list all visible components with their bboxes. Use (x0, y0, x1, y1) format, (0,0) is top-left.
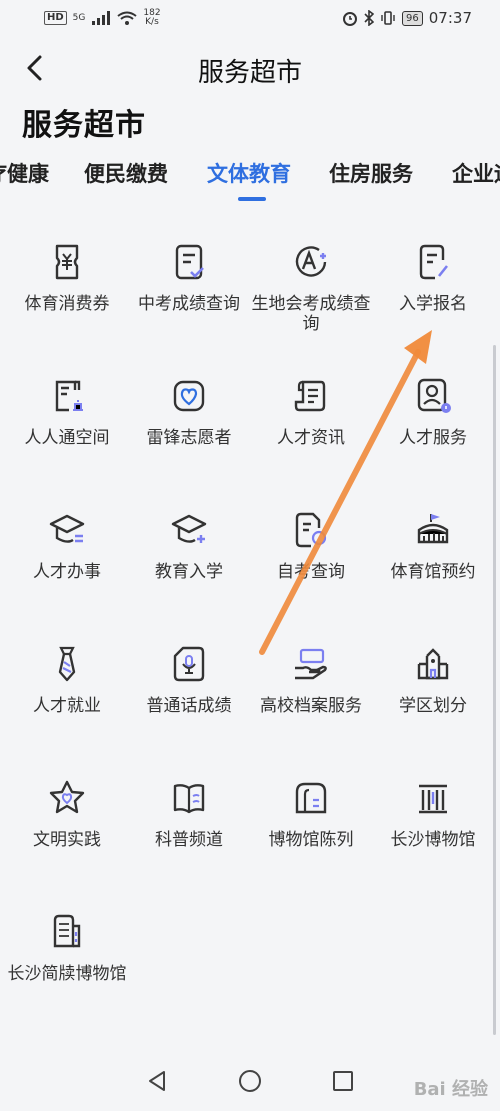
service-label: 人人通空间 (24, 428, 110, 448)
open-book-icon (173, 784, 205, 814)
network-speed-unit: K/s (145, 17, 159, 27)
museum-arch-icon (295, 782, 327, 814)
system-home-button[interactable] (235, 1066, 265, 1096)
service-label: 生地会考成绩查询 (251, 294, 371, 332)
wifi-icon (117, 11, 137, 25)
service-sports-voucher[interactable]: 体育消费券 (6, 232, 128, 352)
home-circle-icon (238, 1069, 261, 1092)
service-mandarin-score[interactable]: 普通话成绩 (128, 634, 250, 754)
service-bamboo-slips-museum[interactable]: 长沙简牍博物馆 (6, 902, 128, 1022)
network-type: 5G (72, 12, 86, 23)
service-renrentong[interactable]: 人人通空间 (6, 366, 128, 486)
museum-columns-icon (419, 784, 447, 814)
service-leifeng-volunteer[interactable]: 雷锋志愿者 (128, 366, 250, 486)
score-document-icon (175, 244, 204, 280)
tab-health[interactable]: 疗健康 (0, 158, 49, 188)
service-school-district[interactable]: 学区划分 (372, 634, 494, 754)
watermark: Bai 经验 (413, 1079, 488, 1100)
page-title: 服务超市 (197, 58, 302, 88)
service-education-enrollment[interactable]: 教育入学 (128, 500, 250, 620)
vibrate-icon (381, 11, 395, 25)
enrollment-form-icon (419, 244, 449, 280)
status-right: 96 07:37 (342, 9, 472, 27)
recents-square-icon (333, 1070, 354, 1091)
school-building-icon (417, 648, 449, 680)
service-enrollment[interactable]: 入学报名 (372, 232, 494, 352)
bamboo-slips-icon (53, 914, 81, 948)
service-science-channel[interactable]: 科普频道 (128, 768, 250, 888)
scroll-news-icon (294, 380, 326, 412)
clock: 07:37 (428, 9, 472, 27)
necktie-icon (58, 646, 76, 682)
grade-a-plus-icon (295, 246, 327, 277)
service-civilization-practice[interactable]: 文明实践 (6, 768, 128, 888)
service-talent-service[interactable]: 人才服务 (372, 366, 494, 486)
system-back-button[interactable] (142, 1066, 172, 1096)
tab-housing[interactable]: 住房服务 (329, 158, 413, 188)
status-left: HD 5G 182 K/s (44, 9, 161, 27)
back-triangle-icon (148, 1070, 165, 1091)
service-label: 人才就业 (33, 696, 101, 716)
status-bar: HD 5G 182 K/s 96 07:37 (0, 0, 500, 36)
exam-document-icon (295, 512, 327, 548)
service-zhongkao-score[interactable]: 中考成绩查询 (128, 232, 250, 352)
category-tabs: 疗健康 便民缴费 文体教育 住房服务 企业运 (0, 150, 500, 210)
service-label: 博物馆陈列 (268, 830, 354, 850)
service-label: 体育馆预约 (390, 562, 476, 582)
service-label: 学区划分 (399, 696, 467, 716)
service-label: 人才资讯 (277, 428, 345, 448)
heart-badge-icon (173, 380, 205, 412)
service-label: 体育消费券 (24, 294, 110, 314)
active-tab-indicator (238, 197, 266, 201)
microphone-card-icon (173, 646, 205, 682)
graduation-cap-icon (49, 514, 85, 543)
service-label: 自考查询 (277, 562, 345, 582)
service-label: 普通话成绩 (146, 696, 232, 716)
service-label: 中考成绩查询 (138, 294, 240, 314)
section-heading: 服务超市 (22, 108, 146, 143)
signal-icon (92, 11, 111, 25)
bluetooth-icon (364, 10, 375, 26)
space-book-icon (55, 380, 83, 412)
service-label: 人才办事 (33, 562, 101, 582)
service-university-archive[interactable]: 高校档案服务 (250, 634, 372, 754)
alarm-icon (343, 12, 358, 26)
title-bar: 服务超市 (0, 40, 500, 96)
tab-enterprise[interactable]: 企业运 (452, 158, 500, 188)
service-label: 高校档案服务 (260, 696, 362, 716)
stadium-icon (417, 514, 449, 544)
service-label: 雷锋志愿者 (146, 428, 232, 448)
network-speed: 182 K/s (143, 9, 160, 27)
service-label: 长沙简牍博物馆 (7, 964, 127, 984)
battery-indicator: 96 (402, 10, 423, 26)
service-label: 科普频道 (155, 830, 223, 850)
tab-utility-payment[interactable]: 便民缴费 (84, 158, 168, 188)
voucher-icon (55, 244, 79, 280)
service-label: 教育入学 (155, 562, 223, 582)
service-talent-employment[interactable]: 人才就业 (6, 634, 128, 754)
service-museum-exhibition[interactable]: 博物馆陈列 (250, 768, 372, 888)
system-recents-button[interactable] (328, 1066, 358, 1096)
archive-hand-icon (295, 648, 327, 680)
service-label: 人才服务 (399, 428, 467, 448)
service-self-exam-query[interactable]: 自考查询 (250, 500, 372, 620)
service-label: 文明实践 (33, 830, 101, 850)
service-stadium-booking[interactable]: 体育馆预约 (372, 500, 494, 620)
service-changsha-museum[interactable]: 长沙博物馆 (372, 768, 494, 888)
service-huikao-score[interactable]: 生地会考成绩查询 (250, 232, 372, 352)
service-label: 长沙博物馆 (390, 830, 476, 850)
tab-culture-education[interactable]: 文体教育 (207, 158, 291, 188)
hd-badge: HD (44, 11, 67, 25)
service-label: 入学报名 (399, 294, 467, 314)
scrollbar[interactable] (493, 345, 496, 1035)
star-heart-icon (49, 780, 85, 814)
service-talent-affairs[interactable]: 人才办事 (6, 500, 128, 620)
graduation-cap-plus-icon (171, 514, 207, 543)
talent-id-card-icon (417, 378, 451, 413)
service-talent-news[interactable]: 人才资讯 (250, 366, 372, 486)
